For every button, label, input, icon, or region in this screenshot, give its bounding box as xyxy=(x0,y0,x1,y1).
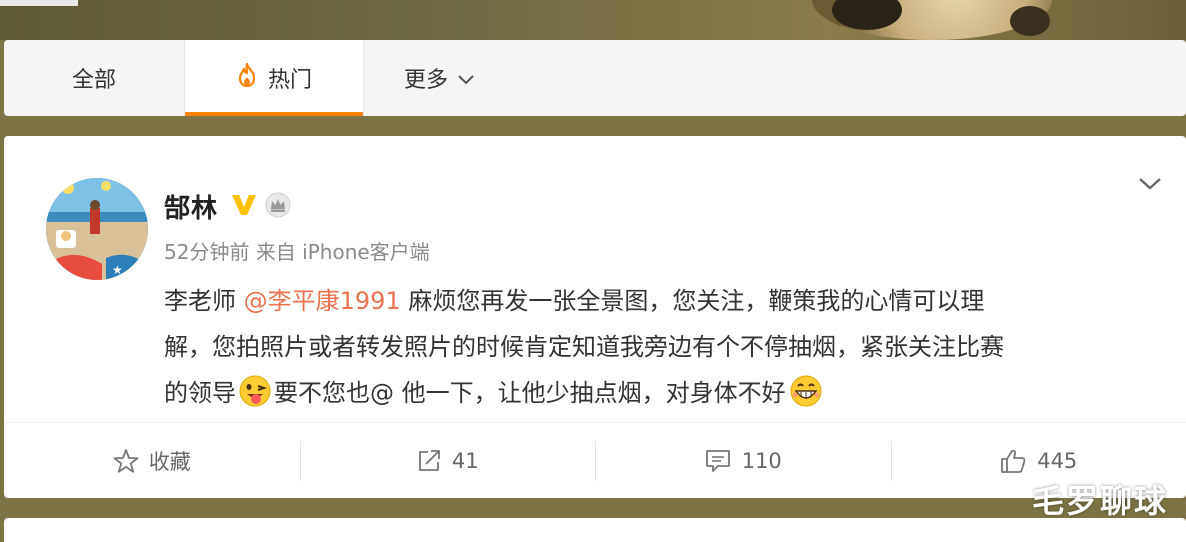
post-content-line: 李老师 @李平康1991 麻烦您再发一张全景图，您关注，鞭策我的心情可以理 xyxy=(164,278,1164,324)
verified-v-icon xyxy=(230,192,258,222)
watermark-text: 毛罗聊球 xyxy=(1031,482,1168,520)
tab-all-label: 全部 xyxy=(71,68,116,93)
background-header xyxy=(0,0,1186,40)
post-content: 李老师 @李平康1991 麻烦您再发一张全景图，您关注，鞭策我的心情可以理 解，… xyxy=(164,278,1164,423)
comment-count: 110 xyxy=(741,449,782,473)
like-count: 445 xyxy=(1037,449,1078,473)
repost-count: 41 xyxy=(451,449,479,473)
mention-link[interactable]: @李平康1991 xyxy=(244,287,401,315)
chevron-down-icon xyxy=(458,66,474,91)
member-crown-icon[interactable] xyxy=(264,191,292,223)
post-text: 解，您拍照片或者转发照片的时候肯定知道我旁边有个不停抽烟，紧张关注比赛 xyxy=(164,333,1004,361)
post-text: 李老师 xyxy=(164,287,244,315)
tab-all[interactable]: 全部 xyxy=(4,40,184,116)
header-photo-shadow xyxy=(1010,6,1050,36)
favorite-label: 收藏 xyxy=(148,450,191,474)
post-text: 要不您也@ 他一下，让他少抽点烟，对身体不好 xyxy=(274,379,786,407)
tab-hot-label: 热门 xyxy=(267,68,312,93)
fire-icon xyxy=(236,62,258,93)
post-text: 麻烦您再发一张全景图，您关注，鞭策我的心情可以理 xyxy=(400,287,985,315)
next-card-edge xyxy=(4,518,1186,542)
repost-button[interactable]: 41 xyxy=(299,423,596,499)
favorite-button[interactable]: 收藏 xyxy=(4,423,300,499)
post-content-line: 解，您拍照片或者转发照片的时候肯定知道我旁边有个不停抽烟，紧张关注比赛 xyxy=(164,324,1164,370)
post-action-bar: 收藏 41 110 445 xyxy=(4,422,1186,499)
feed-tab-bar: 全部 热门 更多 xyxy=(4,40,1186,116)
post-source: 来自 iPhone客户端 xyxy=(255,240,430,264)
tab-more-label: 更多 xyxy=(403,68,448,93)
tab-more[interactable]: 更多 xyxy=(364,40,514,116)
thumbs-up-icon xyxy=(1001,449,1026,473)
post-text: 的领导 xyxy=(164,379,236,407)
author-row: 郜林 xyxy=(164,188,292,225)
weibo-post-card: ★ 郜林 52分钟前 来自 iPhone客户端 李老师 @李平康1991 麻烦您… xyxy=(4,136,1186,498)
post-time[interactable]: 52分钟前 xyxy=(164,240,249,264)
post-menu-chevron-icon[interactable] xyxy=(1138,176,1162,195)
author-name[interactable]: 郜林 xyxy=(164,188,218,225)
tongue-out-emoji-icon xyxy=(238,374,272,423)
comment-bubble-icon xyxy=(705,450,730,472)
post-meta: 52分钟前 来自 iPhone客户端 xyxy=(164,236,430,265)
post-content-line: 的领导 要不您也@ 他一下，让他少抽点烟，对身体不好 xyxy=(164,370,1164,423)
share-arrow-icon xyxy=(418,450,440,471)
star-icon xyxy=(113,449,139,473)
tab-hot[interactable]: 热门 xyxy=(184,40,364,116)
background-tab-edge xyxy=(0,0,78,6)
grin-emoji-icon xyxy=(788,374,824,423)
avatar[interactable]: ★ xyxy=(46,178,148,280)
comment-button[interactable]: 110 xyxy=(595,423,891,499)
svg-text:★: ★ xyxy=(112,263,123,277)
